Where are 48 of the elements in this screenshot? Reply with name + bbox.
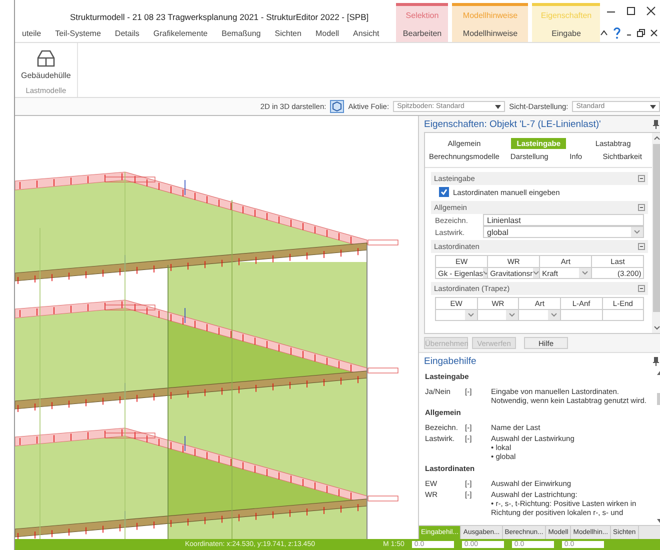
dropdown-cell[interactable] xyxy=(436,310,478,321)
panel-title: Eingabehilfe xyxy=(424,356,476,367)
scroll-down-icon[interactable] xyxy=(654,326,660,330)
collapse-icon[interactable] xyxy=(600,29,608,37)
context-group-label: Modellhinweise xyxy=(462,10,518,20)
help-icon[interactable] xyxy=(613,27,622,39)
ribbon-tab[interactable]: Grafikelemente xyxy=(153,28,208,38)
ribbon-tab[interactable]: Details xyxy=(114,28,140,38)
close-icon[interactable] xyxy=(650,29,658,37)
ribbon-tab[interactable]: Ansicht xyxy=(353,28,380,38)
chevron-down-icon xyxy=(468,313,474,317)
ribbon-tab[interactable]: Eingabe xyxy=(552,28,581,38)
checkbox[interactable] xyxy=(439,187,449,197)
ribbon-tab[interactable]: Modell xyxy=(315,28,340,38)
dropdown-caret-icon xyxy=(495,104,502,108)
ribbon-tab[interactable]: uteile xyxy=(22,28,42,38)
house-icon xyxy=(36,49,56,67)
ribbon-tab[interactable]: Bearbeiten xyxy=(402,28,442,38)
input-field[interactable]: Linienlast xyxy=(483,214,644,226)
panel-title: Eigenschaften: Objekt 'L-7 (LE-Linienlast)' xyxy=(424,119,601,130)
window-title: Strukturmodell - 21 08 23 Tragwerksplanung 2021 - StrukturEditor 2022 - [SPB] xyxy=(70,12,369,22)
building-envelope-button[interactable]: Gebäudehülle xyxy=(19,45,73,84)
scroll-up-icon[interactable] xyxy=(654,136,660,140)
ribbon-tab[interactable]: Teil-Systeme xyxy=(55,28,101,38)
dropdown-caret-icon xyxy=(650,104,656,108)
input-cell[interactable] xyxy=(560,310,603,321)
maximize-icon[interactable] xyxy=(626,6,636,16)
ribbon-tab[interactable]: Bemaßung xyxy=(222,28,261,38)
ribbon-tab[interactable]: Modellhinweise xyxy=(462,28,518,38)
chevron-down-icon xyxy=(582,271,588,275)
ribbon-tab[interactable]: Sichten xyxy=(274,28,302,38)
pin-icon[interactable] xyxy=(653,357,660,366)
pin-icon[interactable] xyxy=(653,120,660,129)
close-icon[interactable] xyxy=(646,6,656,16)
dropdown-field[interactable]: global xyxy=(483,226,644,238)
chevron-down-icon xyxy=(550,313,557,317)
context-group-label: Selektion xyxy=(406,10,439,20)
context-group-label: Eigenschaften xyxy=(540,10,592,20)
restore-icon[interactable] xyxy=(637,29,646,37)
scrollbar[interactable] xyxy=(652,133,660,333)
chevron-down-icon xyxy=(509,313,516,317)
input-cell[interactable] xyxy=(602,310,644,321)
chevron-down-icon xyxy=(634,230,640,234)
dropdown-cell[interactable] xyxy=(478,310,520,321)
3d-view-icon[interactable] xyxy=(330,100,344,113)
dropdown-cell[interactable] xyxy=(519,310,561,321)
chevron-down-icon xyxy=(483,271,488,275)
chevron-down-icon xyxy=(532,271,539,275)
